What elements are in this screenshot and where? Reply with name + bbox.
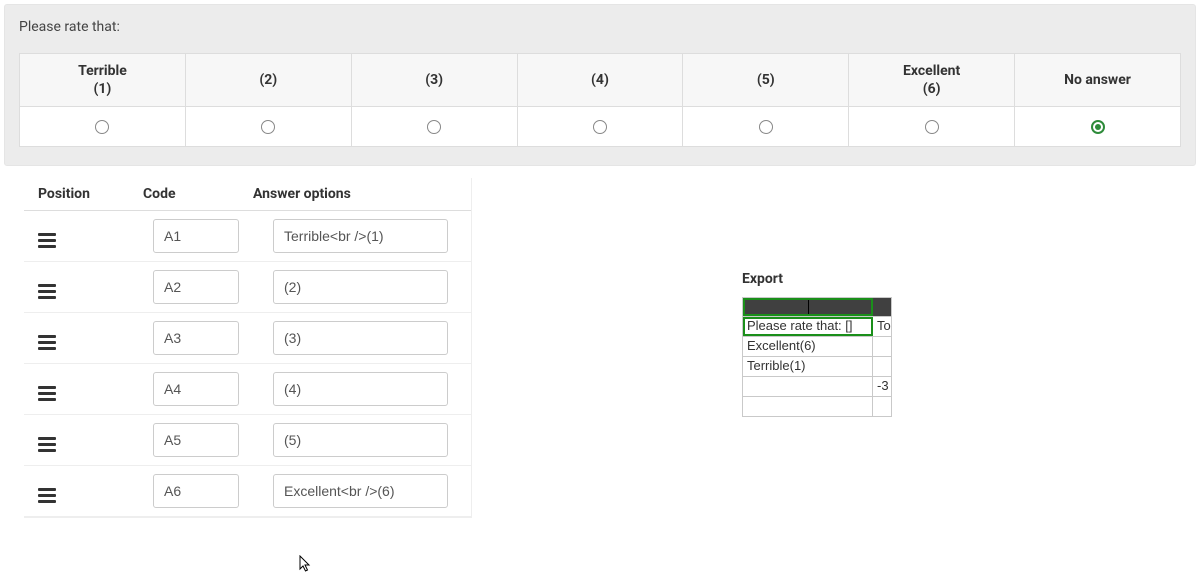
rating-panel: Please rate that: Terrible (1) (2) (3) (…: [4, 4, 1196, 166]
editor-rows: [24, 211, 471, 517]
export-title: Export: [742, 271, 892, 287]
sheet-header: [743, 298, 891, 316]
drag-handle-icon[interactable]: [38, 233, 60, 248]
rating-col-noanswer: No answer: [1015, 54, 1181, 107]
export-sheet[interactable]: Please rate that: []ToExcellent(6)Terrib…: [742, 297, 892, 417]
sheet-row[interactable]: Please rate that: []To: [743, 316, 891, 336]
answer-input[interactable]: [273, 219, 448, 253]
sheet-row[interactable]: [743, 396, 891, 416]
cursor-icon: [298, 555, 312, 573]
editor-row: [24, 262, 471, 313]
code-input[interactable]: [153, 372, 239, 406]
drag-handle-icon[interactable]: [38, 284, 60, 299]
header-answer: Answer options: [253, 186, 457, 202]
rating-col-5-label2: (5): [757, 72, 775, 88]
radio-noanswer[interactable]: [1091, 120, 1105, 134]
code-input[interactable]: [153, 423, 239, 457]
sheet-row[interactable]: Excellent(6): [743, 336, 891, 356]
header-code: Code: [143, 186, 253, 202]
rating-radio-row: [20, 107, 1181, 147]
answer-editor: Position Code Answer options: [24, 178, 472, 518]
sheet-row[interactable]: Terrible(1): [743, 356, 891, 376]
drag-handle-icon[interactable]: [38, 335, 60, 350]
rating-col-1-label1: Terrible: [78, 63, 127, 79]
radio-2[interactable]: [261, 120, 275, 134]
lower-row: Position Code Answer options Export Plea…: [0, 166, 1200, 518]
sheet-cell-b[interactable]: [873, 337, 891, 356]
answer-input[interactable]: [273, 474, 448, 508]
radio-6[interactable]: [925, 120, 939, 134]
sheet-cell-a[interactable]: Please rate that: []: [743, 317, 873, 336]
code-input[interactable]: [153, 219, 239, 253]
editor-row: [24, 211, 471, 262]
drag-handle-icon[interactable]: [38, 386, 60, 401]
drag-handle-icon[interactable]: [38, 437, 60, 452]
sheet-row[interactable]: -3: [743, 376, 891, 396]
editor-row: [24, 364, 471, 415]
rating-col-6-label1: Excellent: [903, 63, 960, 79]
sheet-cell-a[interactable]: [743, 377, 873, 396]
code-input[interactable]: [153, 321, 239, 355]
radio-5[interactable]: [759, 120, 773, 134]
rating-col-2: (2): [185, 54, 351, 107]
rating-col-1: Terrible (1): [20, 54, 186, 107]
rating-col-1-label2: (1): [94, 81, 112, 97]
rating-col-3: (3): [351, 54, 517, 107]
sheet-cell-a[interactable]: Terrible(1): [743, 357, 873, 376]
sheet-cell-b[interactable]: [873, 357, 891, 376]
editor-row: [24, 466, 471, 517]
editor-header: Position Code Answer options: [24, 178, 471, 211]
rating-col-4: (4): [517, 54, 683, 107]
rating-col-5: (5): [683, 54, 849, 107]
answer-input[interactable]: [273, 423, 448, 457]
radio-1[interactable]: [95, 120, 109, 134]
editor-row: [24, 415, 471, 466]
sheet-cell-a[interactable]: Excellent(6): [743, 337, 873, 356]
drag-handle-icon[interactable]: [38, 488, 60, 503]
rating-header-row: Terrible (1) (2) (3) (4) (5) Excellent (: [20, 54, 1181, 107]
answer-input[interactable]: [273, 270, 448, 304]
rating-col-2-label2: (2): [259, 72, 277, 88]
answer-input[interactable]: [273, 372, 448, 406]
code-input[interactable]: [153, 474, 239, 508]
radio-4[interactable]: [593, 120, 607, 134]
rating-col-6-label2: (6): [923, 81, 941, 97]
editor-row: [24, 313, 471, 364]
rating-col-3-label2: (3): [425, 72, 443, 88]
rating-col-4-label2: (4): [591, 72, 609, 88]
sheet-cell-b[interactable]: To: [873, 317, 891, 336]
sheet-cell-b[interactable]: -3: [873, 377, 891, 396]
radio-3[interactable]: [427, 120, 441, 134]
sheet-header-a[interactable]: [743, 298, 873, 316]
export-panel: Export Please rate that: []ToExcellent(6…: [742, 271, 892, 417]
sheet-cell-a[interactable]: [743, 397, 873, 416]
answer-input[interactable]: [273, 321, 448, 355]
sheet-cell-b[interactable]: [873, 397, 891, 416]
rating-col-noanswer-label: No answer: [1064, 72, 1131, 88]
rating-title: Please rate that:: [19, 19, 1181, 35]
code-input[interactable]: [153, 270, 239, 304]
rating-table: Terrible (1) (2) (3) (4) (5) Excellent (: [19, 53, 1181, 147]
sheet-header-b[interactable]: [873, 298, 891, 316]
header-position: Position: [38, 186, 143, 202]
rating-col-6: Excellent (6): [849, 54, 1015, 107]
